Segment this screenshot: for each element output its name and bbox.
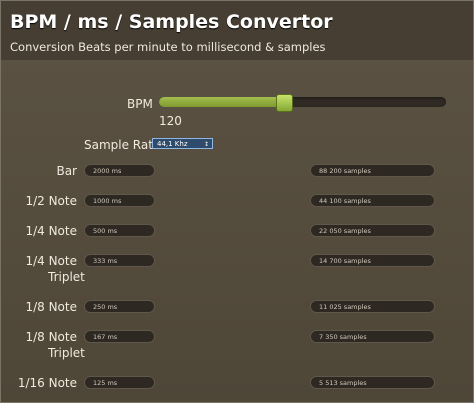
ms-field-bar[interactable]: 2000 ms bbox=[84, 164, 155, 177]
samples-field-eighth-note[interactable]: 11 025 samples bbox=[310, 300, 435, 313]
page-title: BPM / ms / Samples Convertor bbox=[10, 11, 333, 33]
sample-rate-select[interactable]: 44,1 Khz ↕ bbox=[152, 138, 213, 149]
select-arrows-icon: ↕ bbox=[203, 141, 209, 148]
row-label-half-note: 1/2 Note bbox=[25, 194, 77, 208]
samples-field-half-note[interactable]: 44 100 samples bbox=[310, 194, 435, 207]
bpm-slider[interactable] bbox=[159, 94, 446, 112]
row-label-eighth-triplet: 1/8 Note bbox=[25, 330, 77, 344]
bpm-slider-thumb[interactable] bbox=[275, 94, 293, 112]
page-subtitle: Conversion Beats per minute to milliseco… bbox=[10, 40, 326, 54]
ms-field-quarter-note[interactable]: 500 ms bbox=[84, 224, 155, 237]
ms-field-sixteenth-note[interactable]: 125 ms bbox=[84, 376, 155, 389]
row-label-eighth-triplet-suffix: Triplet bbox=[48, 346, 85, 360]
samples-field-sixteenth-note[interactable]: 5 513 samples bbox=[310, 376, 435, 389]
samples-field-quarter-triplet[interactable]: 14 700 samples bbox=[310, 254, 435, 267]
bpm-value: 120 bbox=[159, 114, 182, 128]
ms-field-eighth-note[interactable]: 250 ms bbox=[84, 300, 155, 313]
bpm-slider-fill bbox=[159, 97, 284, 107]
samples-field-bar[interactable]: 88 200 samples bbox=[310, 164, 435, 177]
sample-rate-value: 44,1 Khz bbox=[157, 140, 188, 148]
bpm-label: BPM bbox=[127, 97, 153, 111]
row-label-eighth-note: 1/8 Note bbox=[25, 300, 77, 314]
ms-field-half-note[interactable]: 1000 ms bbox=[84, 194, 155, 207]
row-label-quarter-triplet: 1/4 Note bbox=[25, 254, 77, 268]
samples-field-quarter-note[interactable]: 22 050 samples bbox=[310, 224, 435, 237]
row-label-sixteenth-note: 1/16 Note bbox=[17, 376, 77, 390]
ms-field-quarter-triplet[interactable]: 333 ms bbox=[84, 254, 155, 267]
row-label-bar: Bar bbox=[56, 164, 77, 178]
ms-field-eighth-triplet[interactable]: 167 ms bbox=[84, 330, 155, 343]
row-label-quarter-triplet-suffix: Triplet bbox=[48, 270, 85, 284]
app-window: BPM / ms / Samples Convertor Conversion … bbox=[0, 0, 474, 403]
samples-field-eighth-triplet[interactable]: 7 350 samples bbox=[310, 330, 435, 343]
header: BPM / ms / Samples Convertor Conversion … bbox=[1, 1, 474, 63]
row-label-quarter-note: 1/4 Note bbox=[25, 224, 77, 238]
